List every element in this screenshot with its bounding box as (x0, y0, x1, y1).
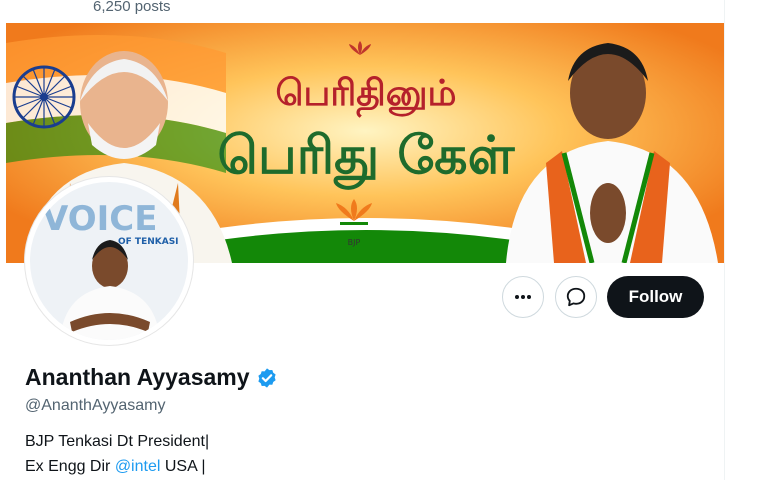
follow-button[interactable]: Follow (607, 276, 704, 318)
message-icon (566, 287, 586, 307)
banner-headline-1: பெரிதினும் (276, 73, 457, 118)
bio-suffix: USA | (160, 458, 206, 475)
profile-name-row: Ananthan Ayyasamy (25, 364, 278, 391)
message-button[interactable] (555, 276, 597, 318)
ashoka-chakra-icon (12, 65, 76, 129)
avatar-caption-big: VOICE (42, 199, 157, 239)
party-mark: BJP (348, 238, 361, 247)
intel-mention-link[interactable]: @intel (115, 458, 161, 475)
avatar-image: VOICE OF TENKASI (30, 182, 188, 340)
bio-line-2: Ex Engg Dir @intel USA | (25, 458, 205, 476)
avatar[interactable]: VOICE OF TENKASI (25, 177, 193, 345)
verified-badge-icon[interactable] (256, 367, 278, 389)
profile-handle: @AnanthAyyasamy (25, 397, 166, 414)
more-icon (515, 295, 531, 299)
avatar-caption-small: OF TENKASI (118, 237, 179, 247)
profile-name: Ananthan Ayyasamy (25, 364, 250, 390)
more-button[interactable] (502, 276, 544, 318)
posts-count: 6,250 posts (93, 0, 171, 15)
bio-prefix: Ex Engg Dir (25, 458, 115, 475)
banner-headline-2: பெரிது கேள் (218, 126, 516, 190)
bio-line-1: BJP Tenkasi Dt President| (25, 433, 210, 450)
profile-column: 6,250 posts பெரிதினும் பெரிது கேள் BJP V… (0, 0, 725, 480)
